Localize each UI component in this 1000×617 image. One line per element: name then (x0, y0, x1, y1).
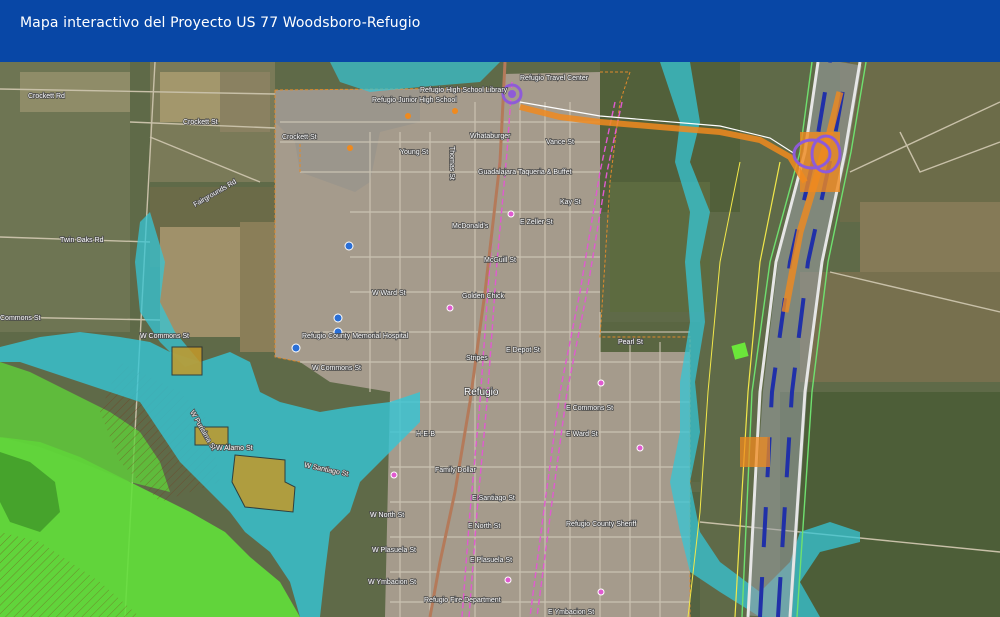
label-e-ymbacion-st: E Ymbacion St (548, 609, 594, 616)
interchange-north (792, 132, 842, 192)
label-mcguill-st: McGuill St (484, 257, 516, 264)
label-refugio-travel-center: Refugio Travel Center (520, 75, 589, 82)
map-view[interactable]: Crockett Rd Crockett St Crockett St Fair… (0, 62, 1000, 617)
label-w-commons-st: W Commons St (140, 333, 189, 340)
label-w-ward-st: W Ward St (372, 290, 406, 297)
label-guadalajara: Guadalajara Taqueria & Buffet (478, 169, 572, 176)
label-w-alamo-st: W Alamo St (216, 445, 253, 452)
label-pearl-st: Pearl St (618, 339, 643, 346)
interchange-south (740, 437, 770, 467)
label-refugio-county-hospital: Refugio County Memorial Hospital (302, 333, 409, 340)
label-e-plasuela-st: E Plasuela St (470, 557, 512, 564)
label-golden-chick: Golden Chick (462, 293, 505, 300)
label-young-st: Young St (400, 149, 428, 156)
label-whataburger: Whataburger (470, 133, 511, 140)
label-commons-st-west: Commons St (0, 315, 41, 322)
label-refugio-high-school: Refugio High School Library (420, 87, 508, 94)
label-fire-department: Refugio Fire Department (424, 597, 501, 604)
label-e-north-st: E North St (468, 523, 500, 530)
label-e-zeller-st: E Zeller St (520, 219, 553, 226)
app-title: Mapa interactivo del Proyecto US 77 Wood… (20, 15, 421, 31)
label-twin-oaks-rd: Twin Oaks Rd (60, 237, 104, 244)
map-app: Mapa interactivo del Proyecto US 77 Wood… (0, 0, 1000, 617)
label-w-north-st: W North St (370, 512, 404, 519)
label-mcdonalds: McDonald's (452, 223, 489, 230)
label-thomas-st: Thomas St (448, 146, 455, 180)
label-crockett-st-town: Crockett St (282, 134, 317, 141)
label-w-ymbacion-st: W Ymbacion St (368, 579, 416, 586)
label-kay-st: Kay St (560, 199, 581, 206)
label-e-commons-st: E Commons St (566, 405, 613, 412)
parcel-1 (171, 346, 203, 376)
label-e-depot-st: E Depot St (506, 347, 540, 354)
label-refugio: Refugio (464, 387, 499, 398)
label-stripes: Stripes (466, 355, 488, 362)
label-e-ward-st: E Ward St (566, 431, 598, 438)
app-header: Mapa interactivo del Proyecto US 77 Wood… (0, 0, 1000, 62)
label-e-santiago-st: E Santiago St (472, 495, 515, 502)
label-h-e-b: H-E-B (416, 431, 435, 438)
label-crockett-rd: Crockett Rd (28, 93, 65, 100)
label-refugio-junior-high: Refugio Junior High School (372, 97, 457, 104)
label-w-plasuela-st: W Plasuela St (372, 547, 416, 554)
label-family-dollar: Family Dollar (435, 467, 477, 474)
label-sheriff: Refugio County Sheriff (566, 521, 636, 528)
label-w-commons-st-2: W Commons St (312, 365, 361, 372)
label-vance-st: Vance St (546, 139, 574, 146)
label-crockett-st: Crockett St (183, 119, 218, 126)
